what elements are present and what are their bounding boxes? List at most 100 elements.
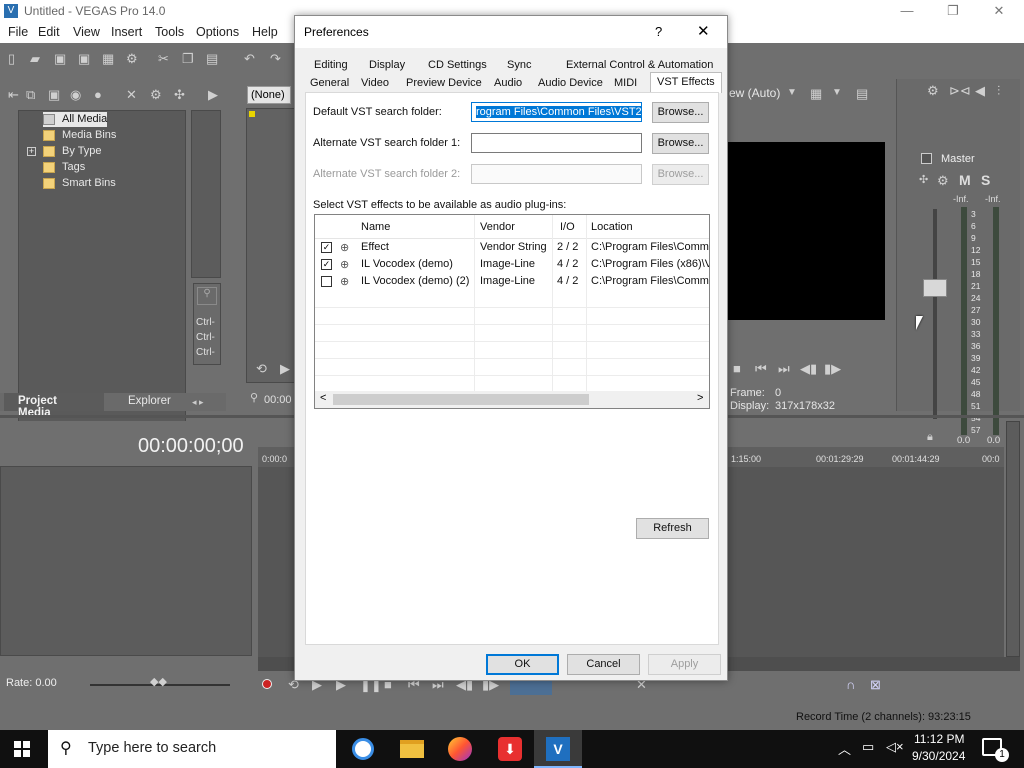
stop-icon[interactable]: ■ <box>733 361 741 376</box>
effect-checkbox[interactable] <box>321 276 332 287</box>
effect-checkbox[interactable]: ✓ <box>321 259 332 270</box>
tree-item-tags[interactable]: Tags <box>62 161 85 173</box>
col-location[interactable]: Location <box>591 221 633 233</box>
col-io[interactable]: I/O <box>560 221 575 233</box>
extract-audio-icon[interactable]: ◉ <box>70 87 81 103</box>
menu-insert[interactable]: Insert <box>111 25 142 39</box>
tab-vst-effects[interactable]: VST Effects <box>650 72 722 93</box>
play-preview-icon[interactable]: ▶ <box>208 87 218 103</box>
firefox-icon[interactable] <box>448 737 472 761</box>
import-media-icon[interactable]: ⇤ <box>8 87 19 103</box>
tab-external-control[interactable]: External Control & Automation <box>566 59 713 71</box>
chevron-down-icon[interactable]: ▼ <box>787 87 797 98</box>
undo-icon[interactable]: ↶ <box>244 51 255 67</box>
tab-preview-device[interactable]: Preview Device <box>406 77 482 89</box>
close-icon[interactable]: ✕ <box>697 22 710 40</box>
next-frame-icon[interactable]: ⏭ <box>778 361 790 377</box>
auto-ripple-icon[interactable]: ⊠ <box>870 677 881 693</box>
remove-media-icon[interactable]: ✕ <box>126 87 137 103</box>
tree-item-all-media[interactable]: All Media <box>62 113 107 125</box>
edge-browser-icon[interactable] <box>352 738 374 760</box>
rate-handle-icon[interactable]: ◆◆ <box>150 675 167 688</box>
list-hscrollbar[interactable]: < > <box>315 391 709 408</box>
forward-icon[interactable]: ▮▶ <box>824 361 841 377</box>
scroll-thumb[interactable] <box>333 394 589 405</box>
windows-start-icon[interactable] <box>14 741 30 757</box>
master-toggle[interactable] <box>921 153 932 164</box>
menu-file[interactable]: File <box>8 25 28 39</box>
auto-preview-icon[interactable]: ✣ <box>174 87 185 103</box>
vegas-taskbar-button[interactable]: V <box>534 730 582 768</box>
default-folder-input[interactable]: rogram Files\Common Files\VST2\ <box>471 102 642 122</box>
close-app-icon[interactable]: ✕ <box>976 0 1022 23</box>
media-fx-icon[interactable]: ⚙ <box>150 87 162 103</box>
get-media-icon[interactable]: ▣ <box>48 87 60 103</box>
list-item[interactable]: ⊕ IL Vocodex (demo) (2) Image-Line 4 / 2 C:\… <box>315 273 709 290</box>
pan-icon[interactable]: ✣ <box>919 173 928 186</box>
menu-help[interactable]: Help <box>252 25 278 39</box>
grid-icon[interactable]: ▦ <box>810 86 822 102</box>
rewind-icon[interactable]: ◀▮ <box>800 361 817 377</box>
copy-snapshot-icon[interactable]: ▤ <box>856 86 868 102</box>
tab-midi[interactable]: MIDI <box>614 77 637 89</box>
mute-button[interactable]: M <box>959 172 971 188</box>
preview-none-dropdown[interactable]: (None) <box>247 86 291 104</box>
preview-quality-dropdown[interactable]: ew (Auto) <box>729 86 780 100</box>
tab-project-media[interactable]: Project Media <box>4 393 104 419</box>
menu-view[interactable]: View <box>73 25 100 39</box>
tree-item-smart-bins[interactable]: Smart Bins <box>62 177 116 189</box>
download-app-icon[interactable]: ⬇ <box>498 737 522 761</box>
chevron-down-icon[interactable]: ▼ <box>832 87 842 98</box>
scroll-left-icon[interactable]: < <box>320 392 326 404</box>
ok-button[interactable]: OK <box>486 654 559 675</box>
tab-audio[interactable]: Audio <box>494 77 522 89</box>
redo-icon[interactable]: ↷ <box>270 51 281 67</box>
mixer-icon[interactable]: ⫶ <box>997 83 1000 99</box>
play-icon[interactable]: ▶ <box>280 361 290 377</box>
restore-icon[interactable]: ❐ <box>930 0 976 23</box>
clock-time[interactable]: 11:12 PM <box>914 732 964 746</box>
tab-sync[interactable]: Sync <box>507 59 531 71</box>
taskbar-search-box[interactable]: ⚲ Type here to search <box>48 730 336 768</box>
web-icon[interactable]: ● <box>94 87 102 102</box>
tab-editing[interactable]: Editing <box>314 59 348 71</box>
tree-item-by-type[interactable]: By Type <box>62 145 102 157</box>
open-icon[interactable]: ▰ <box>30 51 40 67</box>
menu-edit[interactable]: Edit <box>38 25 60 39</box>
clock-date[interactable]: 9/30/2024 <box>912 749 965 763</box>
cut-icon[interactable]: ✂ <box>158 51 169 67</box>
list-item[interactable]: ✓ ⊕ Effect Vendor String 2 / 2 C:\Program Fil… <box>315 239 709 256</box>
tree-item-media-bins[interactable]: Media Bins <box>62 129 116 141</box>
help-icon[interactable]: ? <box>655 24 662 39</box>
fx-icon[interactable]: ⚙ <box>937 173 949 189</box>
record-icon[interactable] <box>262 679 272 689</box>
tab-video[interactable]: Video <box>361 77 389 89</box>
save-icon[interactable]: ▣ <box>54 51 66 67</box>
browse-alt1-button[interactable]: Browse... <box>652 133 709 154</box>
col-name[interactable]: Name <box>361 221 390 233</box>
effect-checkbox[interactable]: ✓ <box>321 242 332 253</box>
tab-general[interactable]: General <box>310 77 349 89</box>
properties-icon[interactable]: ⚙ <box>126 51 138 67</box>
capture-icon[interactable]: ⧉ <box>26 87 35 103</box>
alt-folder-1-input[interactable] <box>471 133 642 153</box>
fader-handle[interactable] <box>923 279 947 297</box>
file-explorer-icon[interactable] <box>400 740 424 758</box>
copy-icon[interactable]: ❐ <box>182 51 194 67</box>
network-icon[interactable]: ▭ <box>862 739 874 755</box>
cancel-button[interactable]: Cancel <box>567 654 640 675</box>
minimize-icon[interactable]: — <box>884 0 930 23</box>
prev-frame-icon[interactable]: ⏮ <box>755 361 767 377</box>
col-vendor[interactable]: Vendor <box>480 221 515 233</box>
browse-default-button[interactable]: Browse... <box>652 102 709 123</box>
solo-button[interactable]: S <box>981 172 990 188</box>
tab-scroll-icon[interactable]: ◂ ▸ <box>192 397 204 408</box>
paste-icon[interactable]: ▤ <box>206 51 218 67</box>
expand-icon[interactable]: + <box>27 147 36 156</box>
render-icon[interactable]: ▦ <box>102 51 114 67</box>
tab-display[interactable]: Display <box>369 59 405 71</box>
list-item[interactable]: ✓ ⊕ IL Vocodex (demo) Image-Line 4 / 2 C:\Pro… <box>315 256 709 273</box>
downmix-icon[interactable]: ⊳⊲ <box>949 83 971 99</box>
tray-chevron-icon[interactable]: ︿ <box>838 739 851 758</box>
scroll-right-icon[interactable]: > <box>697 392 703 404</box>
